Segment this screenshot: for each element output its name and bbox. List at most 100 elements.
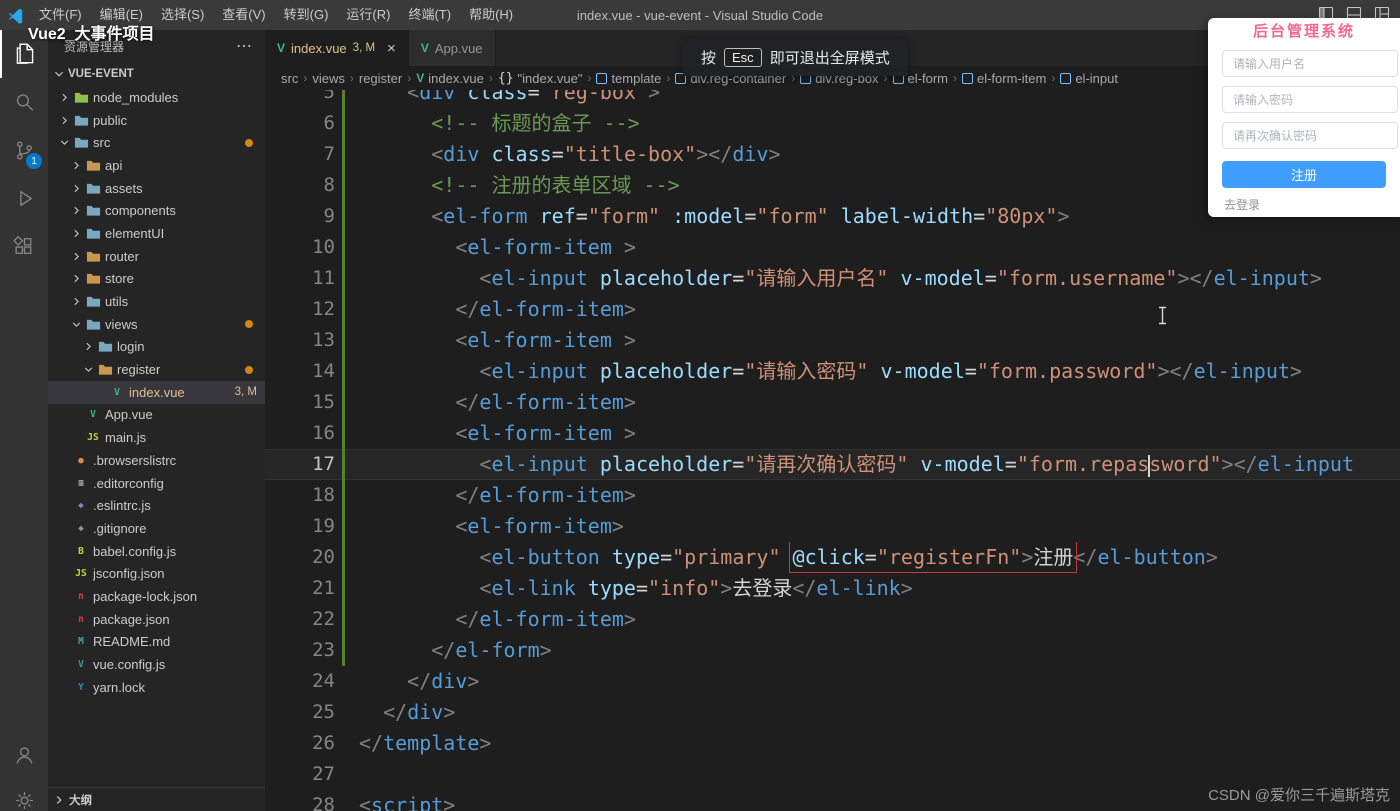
breadcrumb-item-src[interactable]: src — [281, 71, 298, 86]
tree-item-.browserslistrc[interactable]: ● .browserslistrc — [48, 449, 265, 472]
tree-item-router[interactable]: router — [48, 245, 265, 268]
breadcrumb-item-el-input[interactable]: el-input — [1060, 71, 1118, 86]
code-line-12[interactable]: 12 </el-form-item> — [265, 294, 1400, 325]
register-button[interactable]: 注册 — [1222, 161, 1386, 188]
tab-index.vue[interactable]: Vindex.vue 3, M × — [265, 30, 409, 66]
close-icon[interactable]: × — [387, 41, 396, 56]
tree-item-register[interactable]: register — [48, 358, 265, 381]
file-icon: ≡ — [78, 477, 84, 489]
breadcrumb-item--index.vue-[interactable]: {} "index.vue" — [498, 71, 583, 86]
activity-extensions-icon[interactable] — [0, 222, 48, 270]
tree-item-elementui[interactable]: elementUI — [48, 222, 265, 245]
tree-item-package.json[interactable]: n package.json — [48, 608, 265, 631]
menu-item-帮助H[interactable]: 帮助(H) — [460, 0, 522, 30]
code-line-16[interactable]: 16 <el-form-item > — [265, 418, 1400, 449]
tree-item-views[interactable]: views — [48, 313, 265, 336]
tree-item-readme.md[interactable]: M README.md — [48, 631, 265, 654]
preview-input[interactable]: 请输入用户名 — [1222, 50, 1398, 77]
breadcrumb-item-el-form-item[interactable]: el-form-item — [961, 71, 1046, 86]
code-line-22[interactable]: 22 </el-form-item> — [265, 604, 1400, 635]
tab-label: App.vue — [434, 40, 483, 56]
go-login-link[interactable]: 去登录 — [1224, 196, 1260, 213]
code-line-23[interactable]: 23 </el-form> — [265, 635, 1400, 666]
tree-item-label: .browserslistrc — [93, 452, 177, 468]
activity-search-icon[interactable] — [0, 78, 48, 126]
tree-item-jsconfig.json[interactable]: JS jsconfig.json — [48, 562, 265, 585]
tree-item-node-modules[interactable]: node_modules — [48, 86, 265, 109]
code-line-19[interactable]: 19 <el-form-item> — [265, 511, 1400, 542]
chevron-right-icon — [68, 159, 84, 172]
breadcrumb-item-views[interactable]: views — [312, 71, 345, 86]
tree-item-label: utils — [105, 294, 129, 310]
menu-item-运行R[interactable]: 运行(R) — [337, 0, 399, 30]
preview-input[interactable]: 请输入密码 — [1222, 86, 1398, 113]
chevron-down-icon — [68, 318, 84, 331]
tree-item-.gitignore[interactable]: ◆ .gitignore — [48, 517, 265, 540]
activity-source-control-icon[interactable]: 1 — [0, 126, 48, 174]
menu-item-转到G[interactable]: 转到(G) — [275, 0, 338, 30]
activity-settings-icon[interactable] — [0, 788, 48, 811]
code-line-11[interactable]: 11 <el-input placeholder="请输入用户名" v-mode… — [265, 263, 1400, 294]
breadcrumb-item-index.vue[interactable]: Vindex.vue — [416, 71, 484, 86]
tree-item-app.vue[interactable]: V App.vue — [48, 404, 265, 427]
tree-item-package-lock.json[interactable]: n package-lock.json — [48, 585, 265, 608]
menu-item-查看V[interactable]: 查看(V) — [213, 0, 274, 30]
line-number: 10 — [312, 236, 335, 258]
code-line-14[interactable]: 14 <el-input placeholder="请输入密码" v-model… — [265, 356, 1400, 387]
folder-icon — [84, 204, 102, 217]
tree-item-components[interactable]: components — [48, 199, 265, 222]
tree-item-.editorconfig[interactable]: ≡ .editorconfig — [48, 472, 265, 495]
line-number: 28 — [312, 794, 335, 811]
tree-item-public[interactable]: public — [48, 109, 265, 132]
tree-item-label: register — [117, 362, 161, 378]
code-line-21[interactable]: 21 <el-link type="info">去登录</el-link> — [265, 573, 1400, 604]
tree-item-vue.config.js[interactable]: Vvue.config.js — [48, 653, 265, 676]
tree-item-api[interactable]: api — [48, 154, 265, 177]
window-title: index.vue - vue-event - Visual Studio Co… — [576, 7, 824, 23]
tree-item-label: api — [105, 157, 123, 173]
tree-item-yarn.lock[interactable]: Yyarn.lock — [48, 676, 265, 699]
breadcrumb-item-register[interactable]: register — [359, 71, 402, 86]
preview-form: 请输入用户名 请输入密码请再次确认密码 — [1208, 50, 1400, 149]
tree-item-main.js[interactable]: JS main.js — [48, 426, 265, 449]
breadcrumb-item-template[interactable]: template — [596, 71, 661, 86]
line-number: 8 — [323, 174, 335, 196]
line-number: 13 — [312, 329, 335, 351]
more-actions-icon[interactable]: ⋯ — [236, 36, 253, 56]
gutter — [335, 511, 359, 542]
line-content: <el-link type="info">去登录</el-link> — [479, 576, 913, 600]
menu-item-终端T[interactable]: 终端(T) — [399, 0, 460, 30]
tree-item-index.vue[interactable]: Vindex.vue 3, M — [48, 380, 265, 404]
symbol-icon — [596, 72, 608, 84]
tree-item-utils[interactable]: utils — [48, 290, 265, 313]
code-line-18[interactable]: 18 </el-form-item> — [265, 480, 1400, 511]
gutter — [335, 790, 359, 811]
code-line-13[interactable]: 13 <el-form-item > — [265, 325, 1400, 356]
code-line-15[interactable]: 15 </el-form-item> — [265, 387, 1400, 418]
tree-item-store[interactable]: store — [48, 268, 265, 291]
code-line-20[interactable]: 20 <el-button type="primary" @click="reg… — [265, 542, 1400, 573]
tree-item-.eslintrc.js[interactable]: ◆ .eslintrc.js — [48, 494, 265, 517]
tree-item-login[interactable]: login — [48, 336, 265, 359]
line-number: 24 — [312, 670, 335, 692]
tree-item-src[interactable]: src — [48, 131, 265, 154]
activity-run-debug-icon[interactable] — [0, 174, 48, 222]
tree-item-assets[interactable]: assets — [48, 177, 265, 200]
code-line-10[interactable]: 10 <el-form-item > — [265, 232, 1400, 263]
tree-item-babel.config.js[interactable]: Bbabel.config.js — [48, 540, 265, 563]
chevron-right-icon — [68, 182, 84, 195]
tree-item-label: store — [105, 271, 134, 287]
preview-input[interactable]: 请再次确认密码 — [1222, 122, 1398, 149]
tree-item-label: views — [105, 316, 138, 332]
code-line-26[interactable]: 26 </template> — [265, 728, 1400, 759]
code-line-25[interactable]: 25 </div> — [265, 697, 1400, 728]
outline-section[interactable]: 大纲 — [48, 787, 265, 811]
workspace-section-header[interactable]: VUE-EVENT — [48, 62, 265, 86]
menu-item-选择S[interactable]: 选择(S) — [152, 0, 213, 30]
tab-app.vue[interactable]: V App.vue — [408, 30, 496, 66]
file-icon: n — [78, 590, 84, 602]
code-line-24[interactable]: 24 </div> — [265, 666, 1400, 697]
git-status-badge: 3, M — [234, 386, 257, 399]
activity-account-icon[interactable] — [0, 742, 48, 767]
code-line-17[interactable]: 17 <el-input placeholder="请再次确认密码" v-mod… — [265, 449, 1400, 480]
